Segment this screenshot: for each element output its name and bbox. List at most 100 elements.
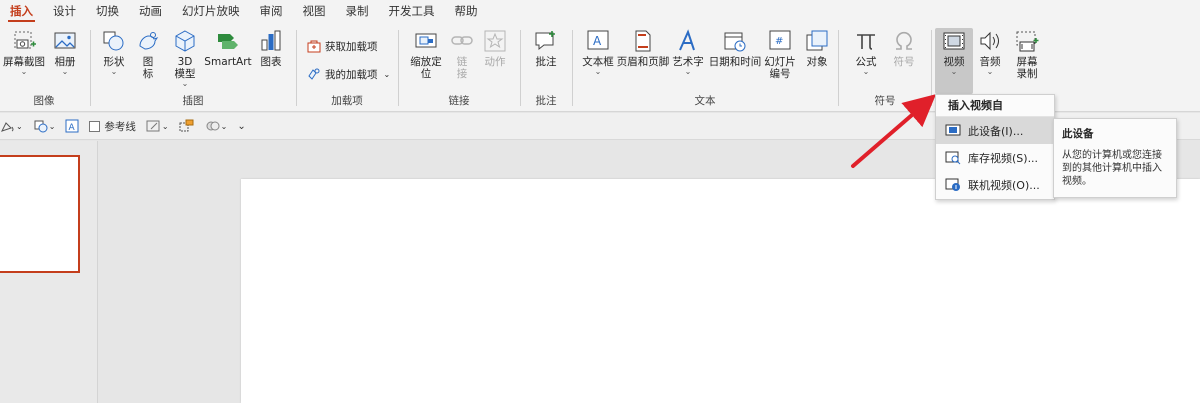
speaker-icon [977,28,1003,54]
customize-chevron-icon: ⌄ [237,120,246,132]
pi-icon [853,28,879,54]
slide-canvas[interactable] [241,179,1200,403]
slide-thumbnails-pane [0,141,98,403]
tab-view[interactable]: 视图 [293,0,336,24]
group-text: A 文本框 ⌄ 页眉和页脚 艺术字 ⌄ 日期和时间 # 幻灯片 编号 对象 文本 [574,26,836,110]
ribbon-tab-bar: 插入 设计 切换 动画 幻灯片放映 审阅 视图 录制 开发工具 帮助 [0,0,1200,24]
pen-button[interactable]: ⌄ [146,119,169,133]
group-comments: 批注 批注 [522,26,570,110]
checkbox-icon[interactable] [89,120,101,132]
video-button[interactable]: 视频 ⌄ [935,28,973,94]
slide-thumbnail-selected[interactable] [0,155,80,273]
chevron-down-icon: ⌄ [684,67,692,76]
comment-button[interactable]: 批注 [528,28,564,68]
arrange-button[interactable]: ⌄ [205,119,228,133]
stock-video-icon [944,150,962,166]
get-addins-button[interactable]: 获取加载项 [306,38,378,54]
object-button[interactable]: 对象 [802,28,832,68]
customize-toolbar-button[interactable]: ⌄ [237,121,245,132]
chevron-down-icon: ⌄ [61,67,69,76]
tab-transitions[interactable]: 切换 [86,0,129,24]
smartart-button[interactable]: SmartArt [204,28,252,68]
group-label-addins: 加载项 [331,95,363,107]
equation-button[interactable]: 公式 ⌄ [850,28,882,76]
tab-slideshow[interactable]: 幻灯片放映 [172,0,250,24]
textbox-button[interactable]: A 文本框 ⌄ [578,28,618,76]
object-icon [804,28,830,54]
tab-help[interactable]: 帮助 [445,0,488,24]
omega-icon [891,28,917,54]
tab-animations[interactable]: 动画 [129,0,172,24]
group-addins: 获取加载项 我的加载项 ⌄ 加载项 [298,26,396,110]
menu-item-this-device[interactable]: 此设备(I)... [936,117,1054,144]
wordart-icon [675,28,701,54]
chevron-down-icon: ⌄ [220,121,228,131]
chevron-down-icon: ⌄ [161,121,169,131]
header-footer-button[interactable]: 页眉和页脚 [616,28,670,68]
tab-insert[interactable]: 插入 [0,0,43,24]
annotation-arrow-icon [851,94,937,168]
tab-record[interactable]: 录制 [336,0,379,24]
tab-developer[interactable]: 开发工具 [379,0,445,24]
zoom-button[interactable]: 缩放定 位 [404,28,448,80]
screen-record-icon [1014,28,1040,54]
shapes-button[interactable]: 形状 ⌄ [98,28,130,76]
cube-icon [172,28,198,54]
chevron-down-icon: ⌄ [986,67,994,76]
calendar-icon [722,28,748,54]
text-box-small-button[interactable]: A [65,119,79,133]
tab-review[interactable]: 审阅 [250,0,293,24]
tab-design[interactable]: 设计 [43,0,86,24]
slide-number-button[interactable]: # 幻灯片 编号 [762,28,798,80]
shape-fill-button[interactable]: ⌄ [0,119,23,133]
group-images: 屏幕截图 ⌄ 相册 ⌄ 图像 [0,26,88,110]
format-painter-button[interactable] [179,119,195,133]
device-video-icon [944,123,962,139]
svg-text:A: A [593,34,602,48]
menu-header: 插入视频自 [936,95,1054,117]
tooltip-title: 此设备 [1062,128,1094,140]
shape-outline-button[interactable]: ⌄ [33,119,55,133]
icons-icon [135,28,161,54]
chevron-down-icon: ⌄ [110,67,118,76]
chevron-down-icon: ⌄ [862,67,870,76]
chevron-down-icon: ⌄ [383,69,391,79]
date-time-button[interactable]: 日期和时间 [708,28,762,68]
group-separator [838,30,839,106]
zoom-icon [413,28,439,54]
link-button[interactable]: 链 接 [450,28,474,80]
screen-recording-button[interactable]: 屏幕 录制 [1009,28,1045,80]
menu-item-stock-video[interactable]: 库存视频(S)... [936,144,1054,171]
group-separator [520,30,521,106]
group-separator [90,30,91,106]
group-separator [398,30,399,106]
header-footer-icon [630,28,656,54]
chevron-down-icon: ⌄ [20,67,28,76]
album-button[interactable]: 相册 ⌄ [48,28,82,76]
svg-text:A: A [69,123,76,133]
film-icon [941,28,967,54]
guides-checkbox[interactable]: 参考线 [89,119,136,134]
screenshot-icon [11,28,37,54]
symbol-button[interactable]: 符号 [888,28,920,68]
this-device-tooltip: 此设备 从您的计算机或您连接到的其他计算机中插入视频。 [1053,118,1177,198]
comment-icon [533,28,559,54]
audio-button[interactable]: 音频 ⌄ [975,28,1005,76]
wordart-button[interactable]: 艺术字 ⌄ [670,28,706,76]
action-button[interactable]: 动作 [478,28,512,68]
textbox-icon: A [585,28,611,54]
my-addins-button[interactable]: 我的加载项 ⌄ [306,66,390,82]
group-label-links: 链接 [448,95,470,107]
group-label-text: 文本 [694,95,716,107]
3d-model-button[interactable]: 3D 模型 ⌄ [168,28,202,88]
svg-text:#: # [775,36,783,47]
addins-icon [306,66,322,82]
chart-button[interactable]: 图表 [256,28,286,68]
group-separator [572,30,573,106]
chevron-down-icon: ⌄ [950,67,958,76]
chevron-down-icon: ⌄ [181,79,189,88]
menu-item-online-video[interactable]: 联机视频(O)... [936,171,1054,198]
screenshot-button[interactable]: 屏幕截图 ⌄ [2,28,46,76]
group-label-comments: 批注 [535,95,557,107]
icons-button[interactable]: 图 标 [134,28,162,80]
